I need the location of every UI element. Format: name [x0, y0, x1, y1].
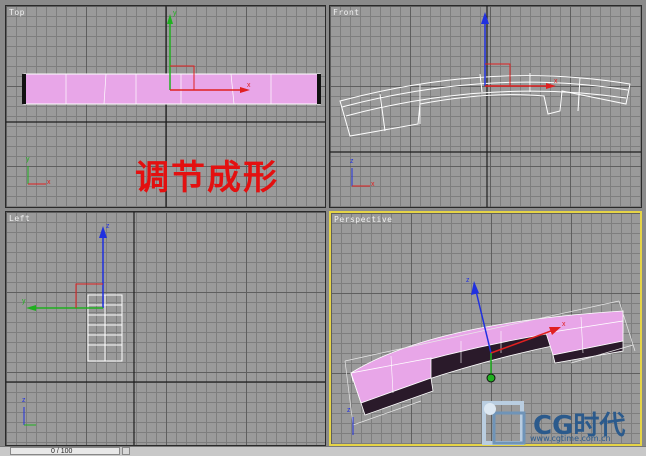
- axis-tripod-front: [351, 168, 370, 187]
- mesh-top: [22, 73, 321, 105]
- gizmo-left: [26, 226, 107, 311]
- overlay-caption: 调节成形: [135, 158, 279, 198]
- gizmo-z-label-perspective: z: [466, 277, 470, 284]
- time-slider-field[interactable]: 0 / 100: [10, 447, 120, 455]
- gizmo-x-label-top: x: [247, 82, 251, 89]
- gizmo-front: [481, 12, 556, 89]
- gizmo-x-label-perspective: x: [562, 321, 566, 328]
- mesh-left: [87, 294, 123, 362]
- left-view-scene: [6, 212, 325, 445]
- time-slider-next-button[interactable]: [122, 447, 130, 455]
- tripod-z-label-front: z: [350, 158, 354, 165]
- viewport-front[interactable]: Front x z x: [329, 5, 642, 208]
- axis-tripod-left: [23, 407, 36, 426]
- viewport-left[interactable]: Left z y z: [5, 211, 326, 446]
- gizmo-y-label-top: y: [173, 10, 177, 17]
- tripod-y-label-top: y: [26, 156, 30, 163]
- watermark-url: www.cgtime.com.cn: [530, 434, 611, 443]
- tripod-z-label-left: z: [22, 397, 26, 404]
- gizmo-z-label-left: z: [106, 223, 110, 230]
- tripod-z-label-perspective: z: [347, 407, 351, 414]
- gizmo-x-label-front: x: [554, 78, 558, 85]
- front-view-scene: [330, 6, 641, 207]
- axis-tripod-top: [27, 166, 46, 185]
- gizmo-y-label-left: y: [22, 298, 26, 305]
- tripod-x-label-front: x: [371, 181, 375, 188]
- tripod-x-label-top: x: [47, 179, 51, 186]
